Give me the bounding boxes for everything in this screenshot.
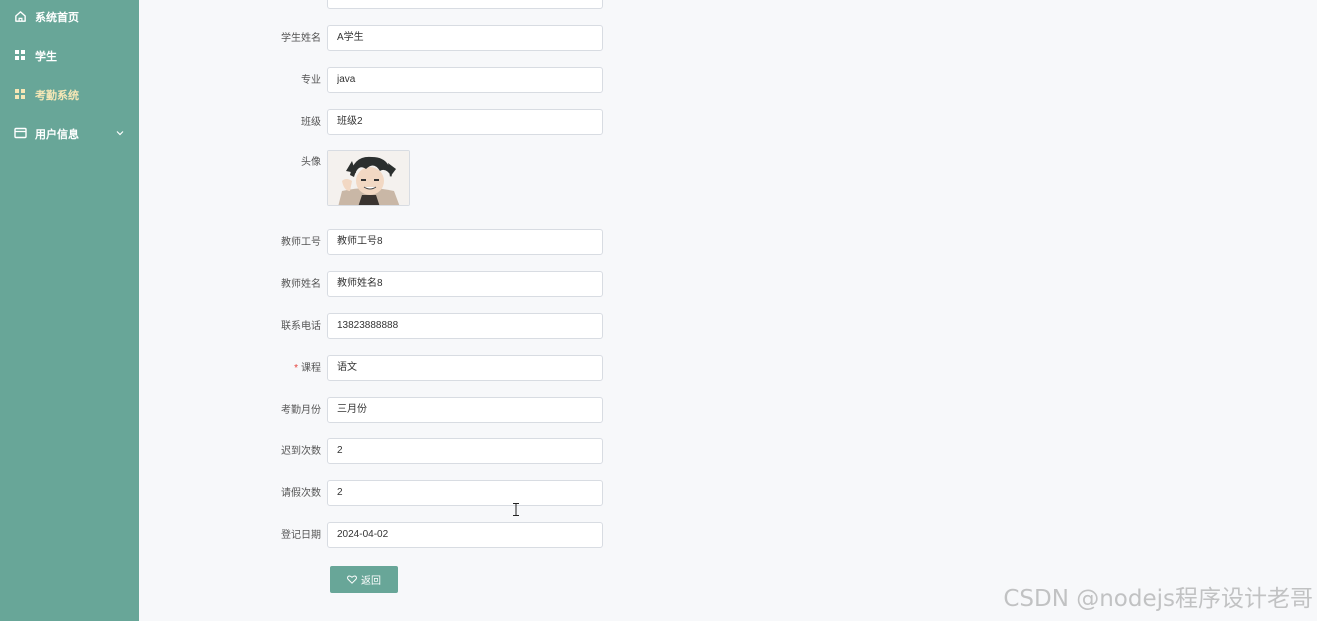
- chevron-down-icon: [115, 128, 125, 138]
- course-field[interactable]: [327, 355, 603, 381]
- field-label: 联系电话: [281, 321, 321, 332]
- sidebar-item-label: 用户信息: [35, 129, 79, 141]
- heart-icon: [347, 575, 357, 584]
- sidebar-item-label: 学生: [35, 51, 57, 63]
- sidebar-item-home[interactable]: 系统首页: [0, 2, 139, 32]
- home-icon: [14, 10, 28, 24]
- main-content: 学生姓名 专业 班级 头像 教师工号: [139, 0, 1317, 621]
- back-button[interactable]: 返回: [330, 566, 398, 593]
- field-label: 教师工号: [281, 237, 321, 248]
- field-label: 考勤月份: [281, 405, 321, 416]
- late-count-field[interactable]: [327, 438, 603, 464]
- attendance-month-field[interactable]: [327, 397, 603, 423]
- sidebar-item-label: 系统首页: [35, 12, 79, 24]
- phone-field[interactable]: [327, 313, 603, 339]
- sidebar: 系统首页 学生 考勤系统 用户信息: [0, 0, 139, 621]
- grid-icon: [14, 49, 28, 63]
- field-label: 学生姓名: [281, 33, 321, 44]
- avatar[interactable]: [327, 150, 410, 206]
- sidebar-item-students[interactable]: 学生: [0, 41, 139, 71]
- field-label: 专业: [301, 75, 321, 86]
- teacher-id-field[interactable]: [327, 229, 603, 255]
- field-label: 请假次数: [281, 488, 321, 499]
- field-label: 迟到次数: [281, 446, 321, 457]
- back-button-label: 返回: [361, 576, 381, 587]
- leave-count-field[interactable]: [327, 480, 603, 506]
- field-label: 登记日期: [281, 530, 321, 541]
- field-label: * 课程: [139, 355, 321, 383]
- text-cursor-icon: [513, 503, 519, 516]
- register-date-field[interactable]: [327, 522, 603, 548]
- watermark: CSDN @nodejs程序设计老哥: [1003, 586, 1313, 612]
- field-label: 头像: [301, 157, 321, 168]
- required-mark: *: [294, 363, 298, 374]
- avatar-image: [328, 151, 409, 205]
- sidebar-item-label: 考勤系统: [35, 90, 79, 102]
- class-field[interactable]: [327, 109, 603, 135]
- field-label: 教师姓名: [281, 279, 321, 290]
- sidebar-item-user-info[interactable]: 用户信息: [0, 119, 139, 149]
- field-label-text: 课程: [301, 363, 321, 374]
- field-label: 班级: [301, 117, 321, 128]
- student-name-field[interactable]: [327, 25, 603, 51]
- partial-field[interactable]: [327, 0, 603, 9]
- card-icon: [14, 127, 28, 141]
- teacher-name-field[interactable]: [327, 271, 603, 297]
- grid-icon: [14, 88, 28, 102]
- major-field[interactable]: [327, 67, 603, 93]
- sidebar-item-attendance[interactable]: 考勤系统: [0, 80, 139, 110]
